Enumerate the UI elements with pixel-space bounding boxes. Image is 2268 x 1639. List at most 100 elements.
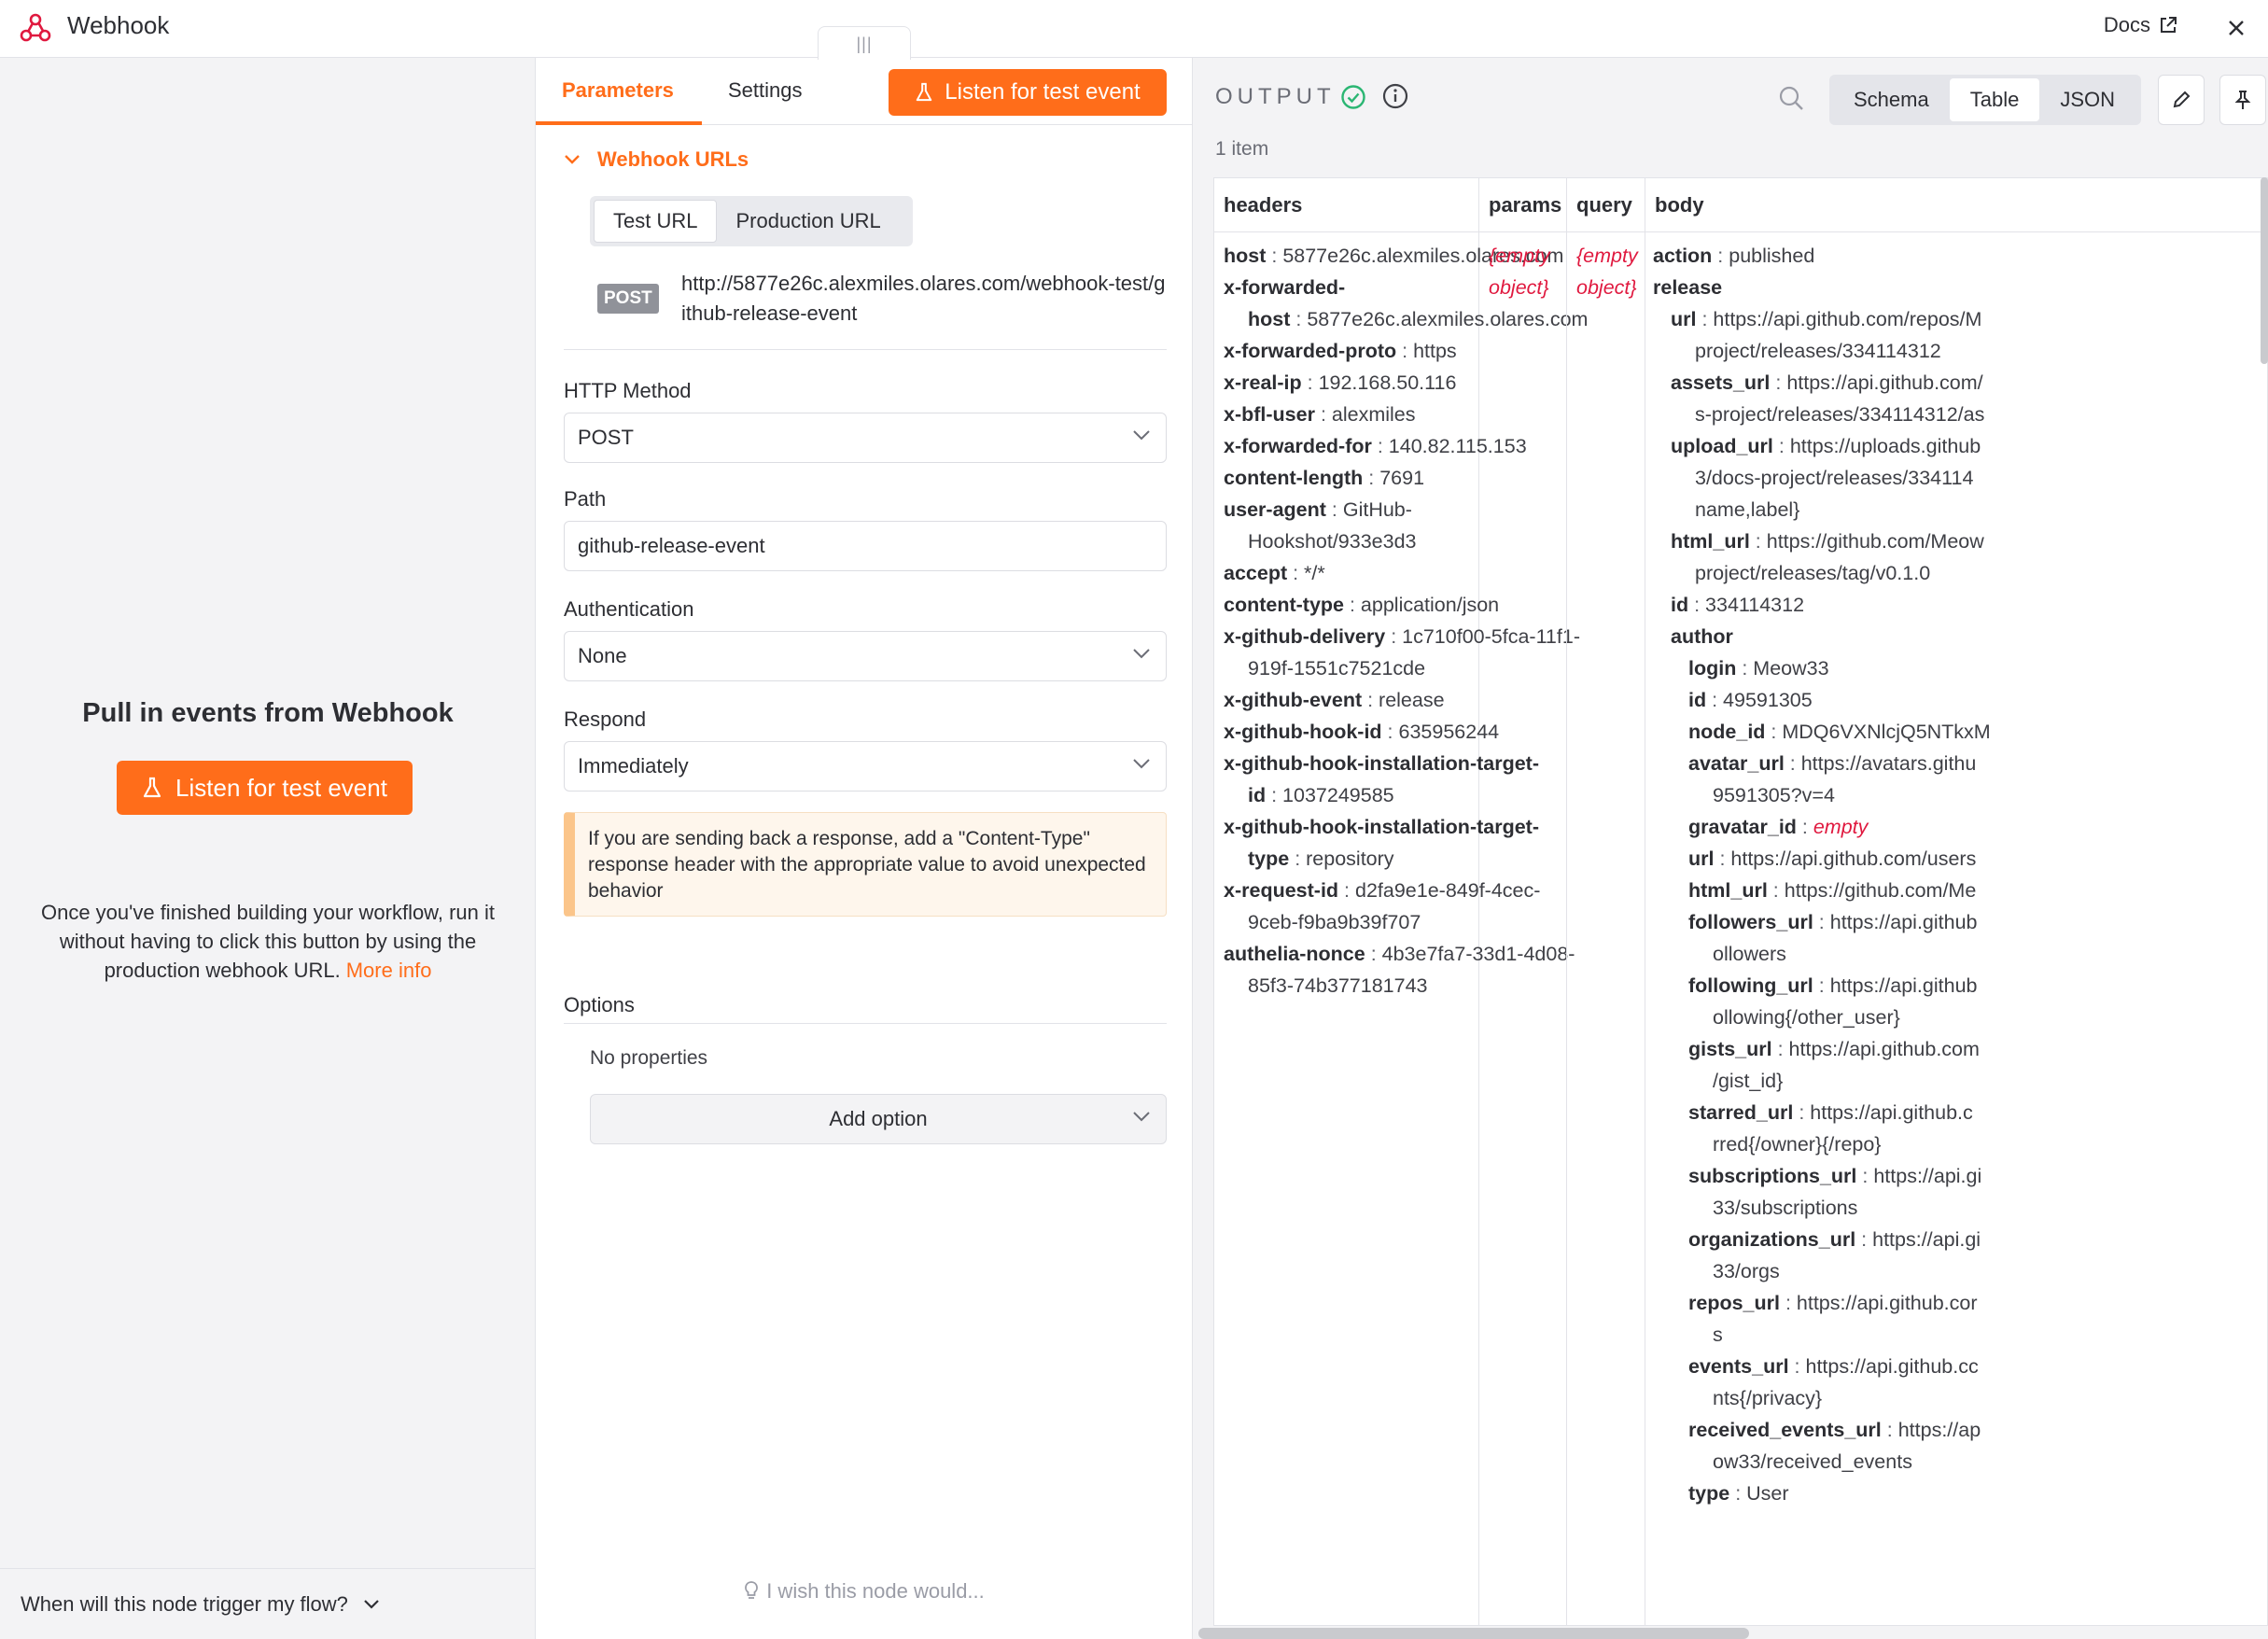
view-json[interactable]: JSON	[2039, 78, 2135, 121]
column-header[interactable]: headers	[1214, 178, 1478, 232]
webhook-urls-label: Webhook URLs	[597, 147, 749, 171]
more-info-link[interactable]: More info	[346, 959, 432, 982]
respond-select[interactable]: Immediately	[564, 741, 1167, 791]
add-option-label: Add option	[829, 1107, 928, 1130]
kv-value: https://github.com/Meow	[1766, 530, 1984, 553]
kv-row: gists_url : https://api.github.com/gist_…	[1645, 1033, 2267, 1097]
kv-key: html_url	[1671, 530, 1750, 553]
kv-key-continued: id : 1037249585	[1224, 779, 1478, 811]
kv-value: repository	[1306, 848, 1394, 870]
authentication-value: None	[578, 644, 627, 667]
tab-parameters[interactable]: Parameters	[562, 78, 674, 103]
kv-separator: :	[1696, 308, 1714, 330]
kv-value: application/json	[1360, 594, 1500, 616]
lightbulb-icon	[745, 1581, 759, 1599]
kv-key: accept	[1224, 562, 1288, 584]
trigger-question-toggle[interactable]: When will this node trigger my flow?	[0, 1568, 535, 1639]
kv-value-continued: project/releases/tag/v0.1.0	[1695, 562, 1931, 584]
kv-row: starred_url : https://api.github.c rred{/…	[1645, 1097, 2267, 1160]
docs-link[interactable]: Docs	[2104, 13, 2178, 37]
no-properties-text: No properties	[590, 1047, 708, 1069]
webhook-url-text[interactable]: http://5877e26c.alexmiles.olares.com/web…	[681, 269, 1167, 329]
kv-key: x-request-id	[1224, 879, 1339, 902]
node-title[interactable]: Webhook	[67, 11, 169, 40]
view-schema[interactable]: Schema	[1833, 78, 1950, 121]
kv-separator: :	[1793, 1101, 1811, 1124]
kv-separator: :	[1813, 974, 1830, 997]
kv-separator: :	[1344, 594, 1361, 616]
kv-separator: :	[1813, 911, 1830, 933]
kv-separator: :	[1688, 594, 1706, 616]
feedback-link[interactable]: I wish this node would...	[536, 1579, 1193, 1604]
listen-label-top: Listen for test event	[945, 79, 1141, 105]
kv-value: https://api.github.c	[1810, 1101, 1973, 1124]
view-table[interactable]: Table	[1949, 78, 2040, 121]
kv-key: organizations_url	[1688, 1228, 1856, 1251]
pin-icon	[2234, 91, 2251, 109]
close-button[interactable]	[2218, 9, 2255, 47]
kv-key: id	[1671, 594, 1689, 616]
kv-value: User	[1746, 1482, 1789, 1505]
kv-key: upload_url	[1671, 435, 1773, 457]
column-header[interactable]: body	[1645, 178, 2267, 232]
kv-row: x-forwarded-for : 140.82.115.153	[1214, 430, 1527, 462]
column-header[interactable]: params	[1479, 178, 1566, 232]
output-table: headers host : 5877e26c.alexmiles.olares…	[1213, 177, 2268, 1626]
tab-settings[interactable]: Settings	[728, 78, 803, 103]
kv-key: authelia-nonce	[1224, 943, 1365, 965]
column-header[interactable]: query	[1567, 178, 1645, 232]
kv-separator: :	[1314, 403, 1332, 426]
listen-test-event-button-top[interactable]: Listen for test event	[889, 69, 1167, 116]
kv-value: https://api.github.cor	[1796, 1292, 1978, 1314]
kv-separator: :	[1765, 721, 1783, 743]
authentication-label: Authentication	[564, 597, 694, 621]
kv-row: x-github-delivery : 1c710f00-5fca-11f1- 9…	[1214, 621, 1580, 684]
kv-value: MDQ6VXNlcjQ5NTkxM	[1782, 721, 1991, 743]
kv-key-continued: type : repository	[1224, 843, 1478, 875]
panel-drag-handle[interactable]: |||	[818, 26, 911, 60]
kv-key: type	[1248, 848, 1290, 870]
kv-separator: :	[1301, 371, 1319, 394]
kv-key: action	[1653, 245, 1713, 267]
kv-key: x-forwarded-proto	[1224, 340, 1397, 362]
authentication-select[interactable]: None	[564, 631, 1167, 681]
http-method-select[interactable]: POST	[564, 413, 1167, 463]
horizontal-scrollbar[interactable]	[1198, 1628, 1749, 1639]
pin-output-button[interactable]	[2219, 75, 2266, 125]
parameter-tabs: Parameters Settings Listen for test even…	[536, 58, 1193, 125]
kv-key: host	[1224, 245, 1267, 267]
webhook-urls-toggle[interactable]: Webhook URLs	[564, 147, 749, 172]
listen-test-event-button[interactable]: Listen for test event	[117, 761, 413, 815]
info-icon[interactable]	[1381, 82, 1409, 110]
kv-key: gists_url	[1688, 1038, 1772, 1060]
kv-separator: :	[1362, 689, 1379, 711]
kv-row: content-length : 7691	[1214, 462, 1478, 494]
kv-key: x-github-event	[1224, 689, 1363, 711]
vertical-scrollbar[interactable]	[2261, 177, 2268, 364]
path-input[interactable]: github-release-event	[564, 521, 1167, 571]
kv-separator: :	[1712, 245, 1729, 267]
kv-key: id	[1248, 784, 1267, 806]
kv-key: url	[1671, 308, 1697, 330]
docs-label: Docs	[2103, 13, 2150, 36]
production-hint: Once you've finished building your workf…	[19, 898, 517, 985]
kv-key: x-real-ip	[1224, 371, 1302, 394]
search-icon[interactable]	[1777, 84, 1805, 112]
url-type-switch: Test URL Production URL	[590, 196, 913, 246]
kv-row: received_events_url : https://ap ow33/rec…	[1645, 1414, 2267, 1478]
kv-key: content-length	[1224, 467, 1364, 489]
add-option-button[interactable]: Add option	[590, 1094, 1167, 1144]
kv-separator: :	[1363, 467, 1380, 489]
kv-value: 192.168.50.116	[1318, 371, 1457, 394]
test-url-option[interactable]: Test URL	[594, 200, 718, 243]
kv-separator: :	[1788, 1355, 1806, 1378]
pull-events-title: Pull in events from Webhook	[82, 698, 454, 728]
active-tab-indicator	[536, 121, 702, 125]
kv-separator: :	[1365, 943, 1382, 965]
column-params: params {empty object}	[1479, 178, 1567, 1625]
edit-output-button[interactable]	[2158, 75, 2205, 125]
respond-label: Respond	[564, 707, 647, 731]
kv-row: x-forwarded-proto : https	[1214, 335, 1478, 367]
kv-key: host	[1248, 308, 1291, 330]
production-url-option[interactable]: Production URL	[717, 200, 899, 243]
